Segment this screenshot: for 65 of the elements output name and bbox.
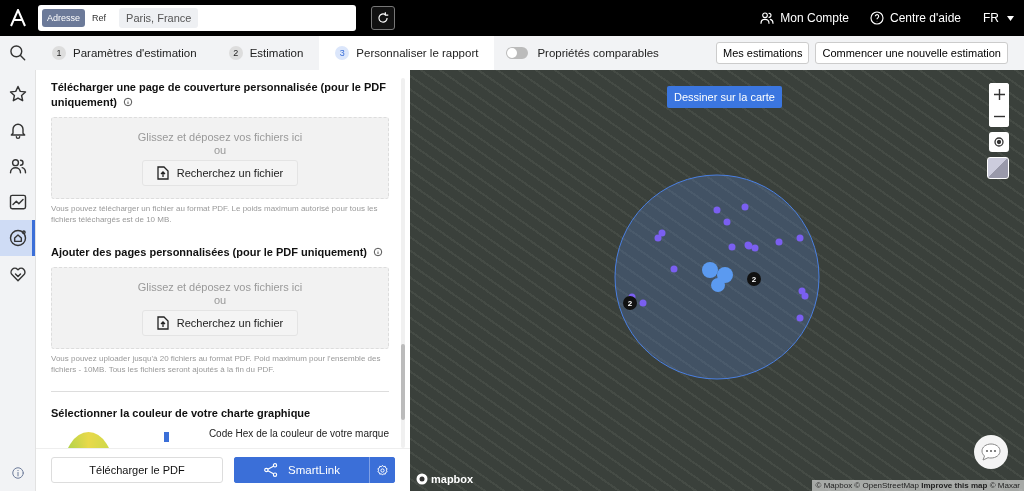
plus-icon [993, 88, 1005, 100]
help-link[interactable]: Centre d'aide [869, 10, 961, 26]
draw-on-map-button[interactable]: Dessiner sur la carte [667, 86, 782, 108]
search-mode-tab[interactable]: Ref [87, 9, 112, 27]
section-title: Ajouter des pages personnalisées (pour le PDF uniquement) [51, 245, 389, 260]
hex-label: Code Hex de la couleur de votre marque [208, 428, 389, 439]
search-value: Paris, France [119, 8, 199, 28]
mapbox-logo: mapbox [416, 473, 474, 485]
browse-file-button[interactable]: Recherchez un fichier [141, 159, 299, 186]
share-icon [263, 462, 280, 478]
drop-instruction: Glissez et déposez vos fichiers ici [137, 130, 303, 143]
target-icon [993, 136, 1005, 148]
download-pdf-button[interactable]: Télécharger le PDF [51, 457, 223, 483]
search-field[interactable]: Adresse Ref Paris, France [38, 5, 356, 31]
toggle-label: Propriétés comparables [537, 47, 659, 59]
language-select[interactable]: FR [983, 11, 1014, 25]
search-mode-tab[interactable]: Adresse [42, 9, 86, 27]
upload-note: Vous pouvez uploader jusqu'à 20 fichiers au format PDF. Poid maximum pour l'ensemble des fichiers - 10MB. Tous les fichiers seront ajoutés à la fin du PDF. [51, 353, 382, 375]
satellite-map[interactable] [410, 70, 1024, 491]
info-icon [10, 466, 25, 480]
or-label: ou [213, 143, 227, 156]
locate-button[interactable] [989, 132, 1009, 152]
or-label: ou [213, 293, 227, 306]
map-style-toggle[interactable] [987, 157, 1009, 179]
account-link[interactable]: Mon Compte [759, 10, 849, 26]
info-icon [123, 97, 134, 107]
refresh-button[interactable] [371, 6, 395, 30]
logo-icon[interactable] [10, 9, 26, 27]
map-attribution: © Mapbox © OpenStreetMap Improve this map © Maxar [811, 480, 1024, 491]
step-tab[interactable]: 1 Paramètres d'estimation [36, 36, 213, 70]
tab-label: Paramètres d'estimation [73, 47, 197, 59]
tab-label: Personnaliser le rapport [356, 47, 479, 59]
step-tab[interactable]: 3 Personnaliser le rapport [319, 36, 495, 70]
star-icon [7, 84, 28, 104]
upload-note: Vous pouvez télécharger un fichier au format PDF. Le poids maximum autorisé pour tous les fichiers téléchargés est de 10 MB. [51, 203, 379, 225]
browse-file-button[interactable]: Recherchez un fichier [141, 309, 299, 336]
info-icon [373, 247, 384, 257]
action-button[interactable]: Mes estimations [715, 42, 810, 64]
caret-icon [1007, 15, 1014, 21]
drop-instruction: Glissez et déposez vos fichiers ici [137, 280, 303, 293]
step-number: 2 [228, 46, 243, 60]
home-icon [7, 228, 28, 248]
section-title: Sélectionner la couleur de votre charte graphique [51, 406, 312, 421]
hue-slider-handle[interactable] [164, 432, 169, 442]
sidebar-item[interactable] [0, 220, 35, 256]
search-icon [8, 43, 28, 63]
file-upload-icon [156, 315, 169, 330]
step-tab[interactable]: 2 Estimation [212, 36, 320, 70]
settings-icon [376, 462, 389, 478]
drop-zone[interactable]: Glissez et déposez vos fichiers ici ou Recherchez un fichier [51, 267, 389, 349]
action-button[interactable]: Commencer une nouvelle estimation [815, 42, 1008, 64]
chat-bubble-icon [981, 443, 1001, 461]
file-upload-icon [156, 165, 169, 180]
drop-zone[interactable]: Glissez et déposez vos fichiers ici ou Recherchez un fichier [51, 117, 389, 199]
comparables-toggle[interactable] [506, 47, 529, 59]
chart-icon [7, 192, 28, 212]
people-icon [7, 156, 28, 176]
step-number: 1 [52, 46, 66, 60]
settings-button[interactable] [369, 457, 395, 483]
section-title: Télécharger une page de couverture personnalisée (pour le PDF uniquement) [51, 80, 387, 110]
step-number: 3 [335, 46, 350, 60]
help-icon [869, 10, 885, 26]
mapbox-mark-icon [416, 473, 428, 485]
refresh-icon [376, 11, 390, 25]
tab-label: Estimation [249, 47, 304, 59]
